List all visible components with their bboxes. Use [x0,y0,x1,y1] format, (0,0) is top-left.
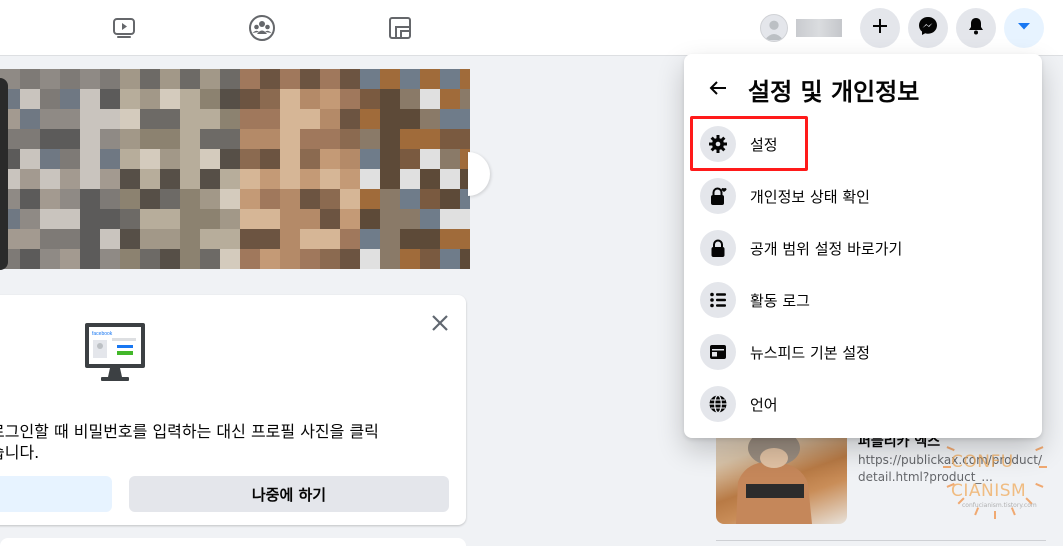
lock-heart-icon [700,178,736,214]
globe-icon [700,386,736,422]
notifications-button[interactable] [956,8,996,48]
groups-icon[interactable] [248,14,276,42]
watermark-text-line1: CONFU [951,452,1014,472]
watch-icon[interactable] [110,14,138,42]
messenger-button[interactable] [908,8,948,48]
stories-next-button[interactable] [468,152,490,196]
feed-card-partial [0,538,466,546]
watermark-text-line2: CIANISM [951,481,1027,501]
lock-icon [700,230,736,266]
login-description-line1: 로그인할 때 비밀번호를 입력하는 대신 프로필 사진을 클릭 [0,422,379,441]
list-icon [700,282,736,318]
plus-icon [871,17,889,39]
caret-down-icon [1016,18,1032,38]
messenger-icon [917,15,939,41]
feed-icon [700,334,736,370]
menu-item-label: 뉴스피드 기본 설정 [750,343,870,362]
login-description: 로그인할 때 비밀번호를 입력하는 대신 프로필 사진을 클릭 습니다. [0,421,460,463]
menu-item-label: 공개 범위 설정 바로가기 [750,239,903,258]
menu-item-label: 활동 로그 [750,291,810,310]
highlight-annotation-box [690,116,808,171]
top-navigation-bar [0,0,1063,56]
one-tap-login-card: facebook 로그인할 때 비밀번호를 입력하는 대신 프로필 사진을 클릭… [0,295,466,525]
avatar [760,14,788,42]
account-menu-button[interactable] [1004,8,1044,48]
stories-pixelated-image [0,69,470,269]
gaming-icon[interactable] [386,14,414,42]
watermark-site: confucianism.tistory.com [962,502,1037,509]
svg-text:facebook: facebook [92,331,113,337]
create-button[interactable] [860,8,900,48]
stories-strip [0,69,470,271]
profile-name-blurred [796,19,842,37]
menu-title: 설정 및 개인정보 [748,78,920,106]
menu-item-privacy-shortcuts[interactable]: 공개 범위 설정 바로가기 [692,222,1034,274]
close-icon[interactable] [428,311,452,335]
menu-item-news-feed-preferences[interactable]: 뉴스피드 기본 설정 [692,326,1034,378]
menu-item-label: 언어 [750,395,778,414]
profile-chip[interactable] [760,12,842,44]
monitor-illustration: facebook [84,322,146,388]
menu-item-label: 개인정보 상태 확인 [750,187,870,206]
menu-item-privacy-checkup[interactable]: 개인정보 상태 확인 [692,170,1034,222]
bell-icon [966,16,986,40]
story-card-edge[interactable] [0,78,8,270]
login-description-line2: 습니다. [0,443,40,462]
divider [716,540,1046,541]
back-arrow-icon[interactable] [704,74,732,102]
menu-item-activity-log[interactable]: 활동 로그 [692,274,1034,326]
remember-password-button[interactable] [0,476,112,512]
settings-privacy-menu: 설정 및 개인정보 설정 개인정보 상태 확인 공개 범위 설정 바로가기 활동… [684,54,1042,438]
menu-item-language[interactable]: 언어 [692,378,1034,430]
not-now-button[interactable]: 나중에 하기 [129,476,449,512]
